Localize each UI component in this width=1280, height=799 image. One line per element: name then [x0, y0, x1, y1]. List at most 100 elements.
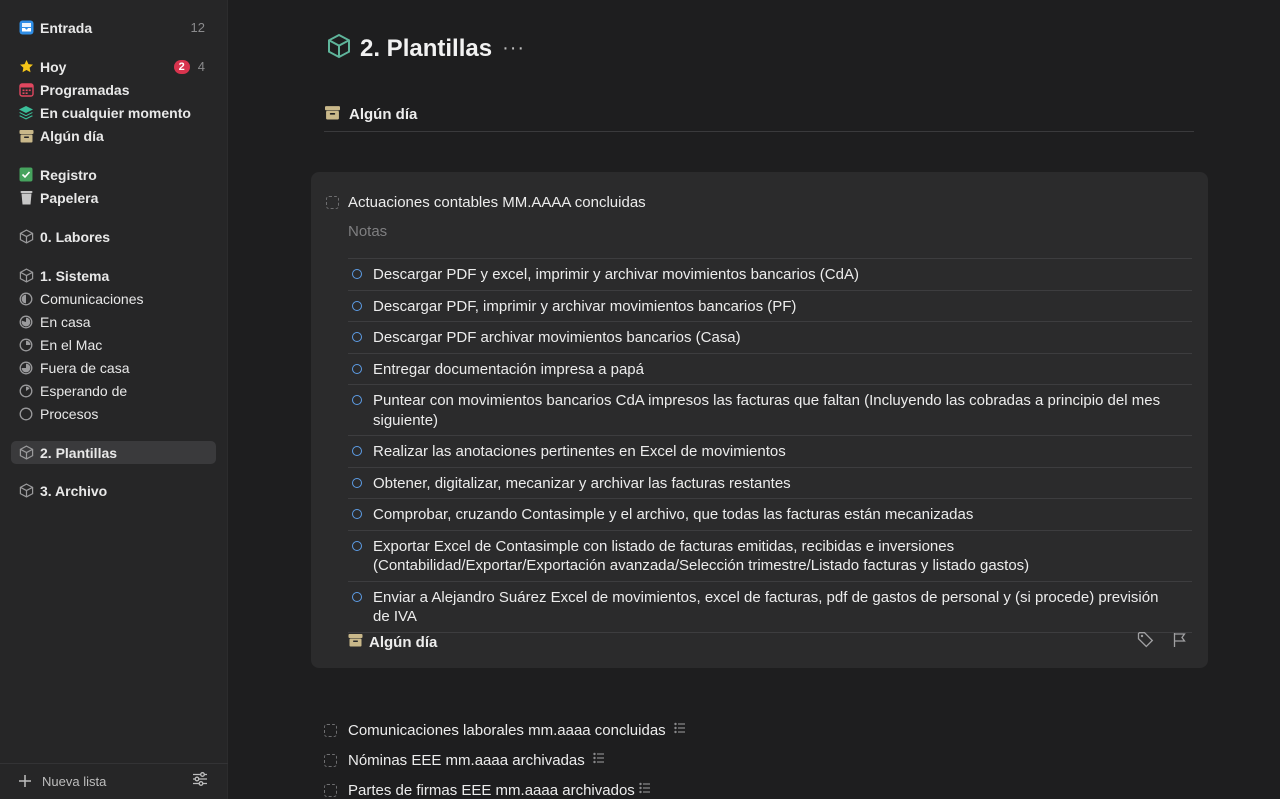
checklist-circle-icon[interactable]	[352, 363, 362, 374]
more-options-button[interactable]: ···	[502, 37, 525, 60]
task-title[interactable]: Actuaciones contables MM.AAAA concluidas	[348, 194, 646, 211]
list-item[interactable]: Comunicaciones laborales mm.aaaa conclui…	[324, 720, 685, 740]
checklist-circle-icon[interactable]	[352, 477, 362, 488]
checklist-item[interactable]: Exportar Excel de Contasimple con listad…	[348, 531, 1192, 582]
checklist-icon	[593, 751, 604, 769]
checklist-item[interactable]: Descargar PDF, imprimir y archivar movim…	[348, 291, 1192, 322]
sidebar-item-someday[interactable]: Algún día	[11, 124, 216, 147]
sidebar-item-area-archivo[interactable]: 3. Archivo	[11, 479, 216, 502]
sidebar-item-label: 2. Plantillas	[40, 444, 118, 461]
flag-icon[interactable]	[1172, 632, 1188, 653]
list-item[interactable]: Partes de firmas EEE mm.aaaa archivados	[324, 780, 685, 799]
sidebar-item-today[interactable]: Hoy 2 4	[11, 55, 216, 78]
sidebar-item-project-procesos[interactable]: Procesos	[11, 402, 216, 425]
checklist-item[interactable]: Descargar PDF y excel, imprimir y archiv…	[348, 259, 1192, 291]
area-cube-icon	[18, 483, 34, 499]
task-checkbox[interactable]	[326, 196, 339, 209]
filter-settings-icon[interactable]	[192, 772, 208, 791]
checklist-circle-icon[interactable]	[352, 591, 362, 602]
plus-icon[interactable]	[18, 774, 34, 790]
task-title[interactable]: Comunicaciones laborales mm.aaaa conclui…	[348, 722, 666, 739]
sidebar-item-inbox[interactable]: Entrada 12	[11, 16, 216, 39]
sidebar-item-upcoming[interactable]: Programadas	[11, 78, 216, 101]
checklist-item-text[interactable]: Enviar a Alejandro Suárez Excel de movim…	[373, 588, 1192, 627]
project-progress-icon	[18, 360, 34, 376]
area-cube-icon	[326, 33, 352, 64]
archive-box-icon	[18, 128, 34, 144]
checklist-circle-icon[interactable]	[352, 395, 362, 405]
sidebar-item-area-plantillas[interactable]: 2. Plantillas	[11, 441, 216, 464]
sidebar-item-label: Registro	[40, 166, 97, 183]
checklist-circle-icon[interactable]	[352, 446, 362, 456]
checklist-item[interactable]: Realizar las anotaciones pertinentes en …	[348, 436, 1192, 468]
task-list: Comunicaciones laborales mm.aaaa conclui…	[324, 720, 685, 799]
sidebar-item-project-en-casa[interactable]: En casa	[11, 310, 216, 333]
sidebar-footer: Nueva lista	[0, 763, 228, 799]
archive-box-icon	[324, 105, 341, 125]
sidebar-item-label: 1. Sistema	[40, 267, 110, 284]
sidebar-item-label: 3. Archivo	[40, 482, 108, 499]
checklist: Descargar PDF y excel, imprimir y archiv…	[348, 258, 1192, 633]
when-date-button[interactable]: Algún día	[369, 634, 1119, 651]
sidebar-item-project-esperando-de[interactable]: Esperando de	[11, 379, 216, 402]
checklist-item-text[interactable]: Descargar PDF archivar movimientos banca…	[373, 328, 771, 348]
task-checkbox[interactable]	[324, 783, 337, 797]
sidebar-item-label: En casa	[40, 313, 91, 330]
sidebar-item-area-labores[interactable]: 0. Labores	[11, 225, 216, 248]
sidebar-item-label: Esperando de	[40, 382, 128, 399]
sidebar-item-label: 0. Labores	[40, 228, 111, 245]
task-checkbox[interactable]	[324, 723, 337, 737]
task-title[interactable]: Nóminas EEE mm.aaaa archivadas	[348, 752, 585, 769]
checklist-item-text[interactable]: Descargar PDF y excel, imprimir y archiv…	[373, 265, 889, 285]
notes-field[interactable]: Notas	[348, 223, 387, 240]
checklist-item[interactable]: Puntear con movimientos bancarios CdA im…	[348, 385, 1192, 436]
checklist-item-text[interactable]: Realizar las anotaciones pertinentes en …	[373, 442, 816, 462]
task-card-footer: Algún día	[348, 631, 1192, 653]
checklist-circle-icon[interactable]	[352, 332, 362, 342]
today-count: 4	[197, 59, 205, 74]
sidebar-item-label: Programadas	[40, 81, 130, 98]
sidebar-item-logbook[interactable]: Registro	[11, 163, 216, 186]
sidebar-item-label: Procesos	[40, 405, 99, 422]
checklist-item[interactable]: Descargar PDF archivar movimientos banca…	[348, 322, 1192, 354]
task-title[interactable]: Partes de firmas EEE mm.aaaa archivados	[348, 782, 635, 799]
sidebar-item-trash[interactable]: Papelera	[11, 186, 216, 209]
checklist-item-text[interactable]: Puntear con movimientos bancarios CdA im…	[373, 391, 1192, 430]
trash-icon	[18, 190, 34, 206]
page-header: 2. Plantillas ···	[326, 33, 525, 64]
task-checkbox[interactable]	[324, 753, 337, 767]
checklist-item[interactable]: Enviar a Alejandro Suárez Excel de movim…	[348, 582, 1192, 633]
checklist-circle-icon[interactable]	[352, 509, 362, 519]
area-cube-icon	[18, 268, 34, 284]
project-progress-icon	[18, 314, 34, 330]
sidebar-item-label: Comunicaciones	[40, 290, 144, 307]
checklist-item[interactable]: Entregar documentación impresa a papá	[348, 354, 1192, 385]
logbook-icon	[18, 167, 34, 183]
expanded-task-card: Actuaciones contables MM.AAAA concluidas…	[311, 172, 1208, 668]
sidebar-item-project-comunicaciones[interactable]: Comunicaciones	[11, 287, 216, 310]
checklist-circle-icon[interactable]	[352, 540, 362, 551]
area-cube-icon	[18, 229, 34, 245]
new-list-button[interactable]: Nueva lista	[42, 774, 192, 789]
checklist-item-text[interactable]: Comprobar, cruzando Contasimple y el arc…	[373, 505, 1003, 525]
checklist-item-text[interactable]: Descargar PDF, imprimir y archivar movim…	[373, 297, 826, 317]
sidebar-item-label: Entrada	[40, 19, 93, 36]
checklist-circle-icon[interactable]	[352, 300, 362, 311]
sidebar-item-project-en-el-mac[interactable]: En el Mac	[11, 333, 216, 356]
sidebar: Entrada 12 Hoy 2 4 Programadas En cualqu…	[0, 0, 228, 799]
sidebar-item-project-fuera-de-casa[interactable]: Fuera de casa	[11, 356, 216, 379]
checklist-item-text[interactable]: Entregar documentación impresa a papá	[373, 360, 674, 380]
page-title: 2. Plantillas	[360, 34, 493, 62]
inbox-count: 12	[190, 20, 205, 35]
sidebar-item-area-sistema[interactable]: 1. Sistema	[11, 264, 216, 287]
checklist-item[interactable]: Obtener, digitalizar, mecanizar y archiv…	[348, 468, 1192, 499]
list-item[interactable]: Nóminas EEE mm.aaaa archivadas	[324, 750, 685, 770]
checklist-item-text[interactable]: Exportar Excel de Contasimple con listad…	[373, 537, 1192, 576]
tag-icon[interactable]	[1137, 631, 1154, 653]
checklist-item[interactable]: Comprobar, cruzando Contasimple y el arc…	[348, 499, 1192, 531]
layers-icon	[18, 105, 34, 121]
sidebar-item-label: Hoy	[40, 58, 67, 75]
checklist-circle-icon[interactable]	[352, 269, 362, 279]
checklist-item-text[interactable]: Obtener, digitalizar, mecanizar y archiv…	[373, 474, 821, 494]
sidebar-item-anytime[interactable]: En cualquier momento	[11, 101, 216, 124]
